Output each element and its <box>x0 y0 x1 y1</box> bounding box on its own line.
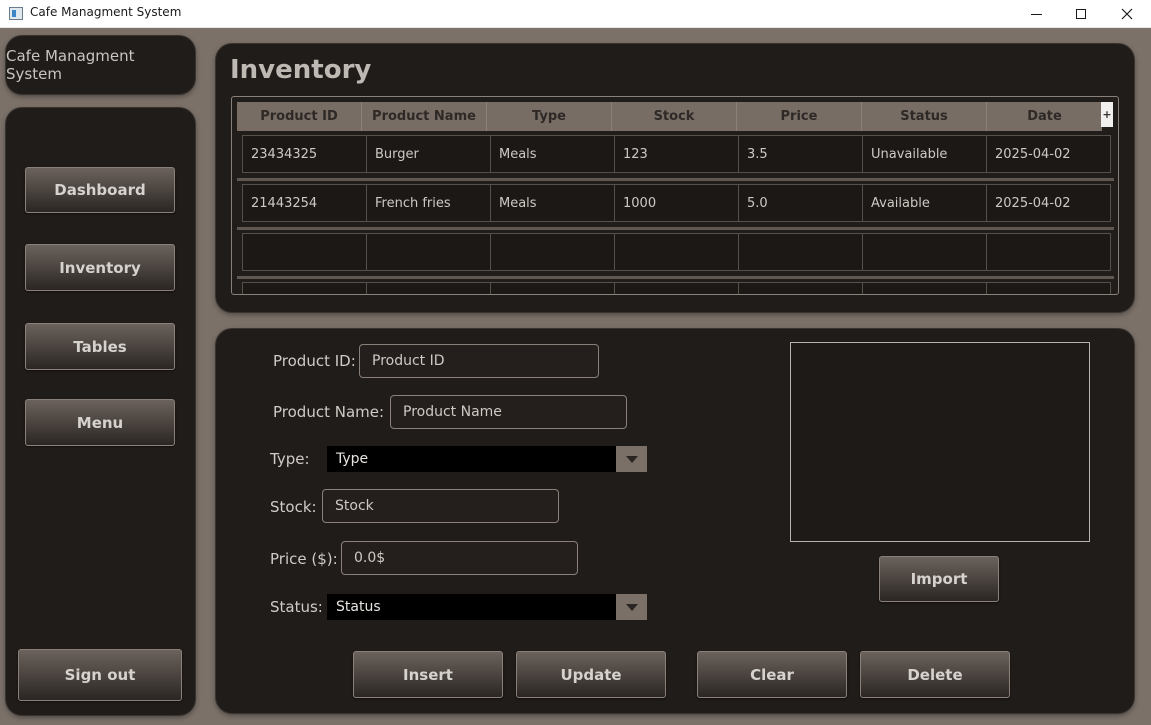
table-cell: 1000 <box>614 184 739 222</box>
maximize-icon <box>1076 9 1086 19</box>
brand-title: Cafe Managment System <box>6 47 135 83</box>
sidebar-item-dashboard[interactable]: Dashboard <box>25 167 175 213</box>
column-header-price[interactable]: Price <box>737 102 862 131</box>
table-cell: Available <box>862 184 987 222</box>
row-divider <box>237 178 1114 181</box>
column-header-status[interactable]: Status <box>862 102 987 131</box>
brand-panel: Cafe Managment System <box>6 36 195 94</box>
table-cell <box>738 233 863 271</box>
table-cell <box>490 233 615 271</box>
sidebar-item-menu[interactable]: Menu <box>25 399 175 446</box>
window-title: Cafe Managment System <box>30 5 182 19</box>
column-header-stock[interactable]: Stock <box>612 102 737 131</box>
import-button[interactable]: Import <box>879 556 999 602</box>
table-cell: 21443254 <box>242 184 367 222</box>
table-cell: Meals <box>490 135 615 173</box>
type-select[interactable]: Type <box>327 446 647 472</box>
table-cell <box>862 282 987 294</box>
row-divider <box>237 227 1114 230</box>
table-cell: 3.5 <box>738 135 863 173</box>
clear-button[interactable]: Clear <box>697 651 847 698</box>
table-cell <box>366 233 491 271</box>
product-image-preview <box>790 342 1090 542</box>
table-cell: French fries <box>366 184 491 222</box>
product-name-label: Product Name: <box>273 403 385 421</box>
inventory-table[interactable]: Product ID Product Name Type Stock Price… <box>231 96 1119 295</box>
chevron-down-icon[interactable] <box>616 594 647 620</box>
type-select-value: Type <box>336 451 369 467</box>
minimize-button[interactable] <box>1013 0 1059 28</box>
status-select[interactable]: Status <box>327 594 647 620</box>
maximize-button[interactable] <box>1058 0 1104 28</box>
product-id-input[interactable]: Product ID <box>359 344 599 378</box>
table-row[interactable] <box>242 282 1117 294</box>
stock-label: Stock: <box>270 498 317 516</box>
table-cell <box>490 282 615 294</box>
table-cell <box>242 233 367 271</box>
column-header-type[interactable]: Type <box>487 102 612 131</box>
product-id-label: Product ID: <box>273 352 356 370</box>
page-title: Inventory <box>230 55 372 85</box>
status-select-value: Status <box>336 599 381 615</box>
table-cell <box>862 233 987 271</box>
sign-out-button[interactable]: Sign out <box>18 649 182 701</box>
table-cell: 5.0 <box>738 184 863 222</box>
table-cell <box>614 282 739 294</box>
delete-button[interactable]: Delete <box>860 651 1010 698</box>
table-header: Product ID Product Name Type Stock Price… <box>237 102 1102 131</box>
table-row[interactable]: 23434325 Burger Meals 123 3.5 Unavailabl… <box>242 135 1117 173</box>
table-cell <box>614 233 739 271</box>
table-cell <box>986 282 1111 294</box>
stock-input[interactable]: Stock <box>322 489 559 523</box>
column-menu-button[interactable]: + <box>1101 102 1113 127</box>
close-button[interactable] <box>1104 0 1150 28</box>
table-cell <box>366 282 491 294</box>
table-cell <box>986 233 1111 271</box>
row-divider <box>237 276 1114 279</box>
type-label: Type: <box>270 450 310 468</box>
title-bar: Cafe Managment System <box>0 0 1151 28</box>
table-cell: 23434325 <box>242 135 367 173</box>
table-cell <box>242 282 367 294</box>
column-header-product-name[interactable]: Product Name <box>362 102 487 131</box>
table-cell <box>738 282 863 294</box>
app-window-icon <box>9 7 23 20</box>
insert-button[interactable]: Insert <box>353 651 503 698</box>
sidebar-item-tables[interactable]: Tables <box>25 323 175 370</box>
table-row[interactable]: 21443254 French fries Meals 1000 5.0 Ava… <box>242 184 1117 222</box>
table-row[interactable] <box>242 233 1117 271</box>
table-cell: Meals <box>490 184 615 222</box>
table-cell: 123 <box>614 135 739 173</box>
product-name-input[interactable]: Product Name <box>390 395 627 429</box>
close-icon <box>1121 8 1133 20</box>
chevron-down-icon[interactable] <box>616 446 647 472</box>
price-input[interactable]: 0.0$ <box>341 541 578 575</box>
minimize-icon <box>1030 13 1042 15</box>
column-header-date[interactable]: Date <box>987 102 1102 131</box>
table-cell: Unavailable <box>862 135 987 173</box>
price-label: Price ($): <box>270 550 338 568</box>
table-cell: 2025-04-02 <box>986 184 1111 222</box>
column-header-product-id[interactable]: Product ID <box>237 102 362 131</box>
table-cell: 2025-04-02 <box>986 135 1111 173</box>
table-cell: Burger <box>366 135 491 173</box>
status-label: Status: <box>270 598 323 616</box>
sidebar-item-inventory[interactable]: Inventory <box>25 244 175 291</box>
update-button[interactable]: Update <box>516 651 666 698</box>
